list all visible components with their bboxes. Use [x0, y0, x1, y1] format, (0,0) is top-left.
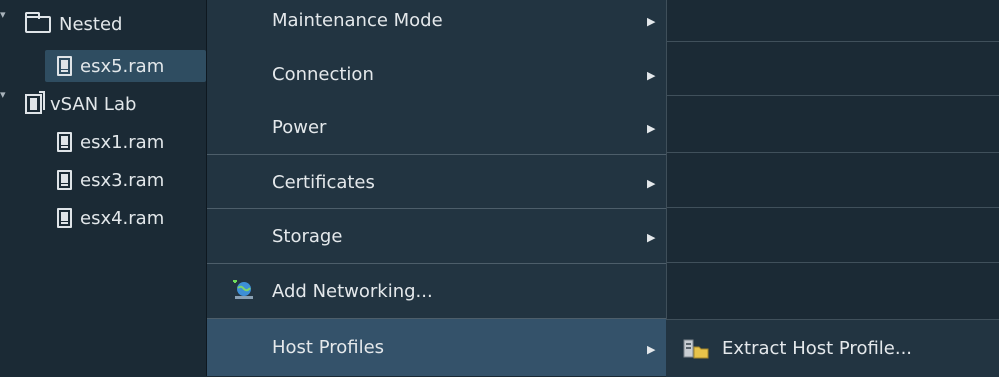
tree-item-esx4[interactable]: esx4.ram — [57, 202, 206, 234]
tree-item-vsan-lab[interactable]: ▾ vSAN Lab — [0, 88, 206, 120]
submenu-arrow-icon: ▶ — [647, 69, 656, 82]
menu-item-connection[interactable]: Connection ▶ — [207, 48, 667, 100]
inventory-tree: ▾ Nested esx5.ram ▾ vSAN Lab esx1.ram es… — [0, 0, 210, 376]
menu-item-label: Extract Host Profile... — [722, 338, 913, 359]
tree-item-esx3[interactable]: esx3.ram — [57, 164, 206, 196]
menu-item-extract-host-profile[interactable]: Extract Host Profile... — [666, 320, 999, 377]
host-icon — [57, 208, 72, 228]
submenu-arrow-icon: ▶ — [647, 15, 656, 28]
row-divider — [667, 207, 999, 208]
menu-item-maintenance-mode[interactable]: Maintenance Mode ▶ — [207, 0, 667, 48]
tree-item-label: vSAN Lab — [50, 93, 137, 115]
tree-item-label: esx3.ram — [80, 169, 165, 191]
menu-item-label: Power — [272, 117, 327, 138]
submenu-arrow-icon: ▶ — [647, 122, 656, 135]
extract-host-profile-icon — [683, 339, 709, 359]
tree-item-label: esx1.ram — [80, 131, 165, 153]
tree-item-label: esx4.ram — [80, 207, 165, 229]
menu-item-storage[interactable]: Storage ▶ — [207, 209, 667, 263]
folder-icon — [25, 11, 51, 33]
submenu-arrow-icon: ▶ — [647, 231, 656, 244]
menu-item-label: Connection — [272, 64, 374, 85]
menu-item-add-networking[interactable]: Add Networking... — [207, 264, 667, 318]
tree-item-esx1[interactable]: esx1.ram — [57, 126, 206, 158]
menu-item-label: Storage — [272, 226, 343, 247]
row-divider — [667, 95, 999, 96]
submenu-arrow-icon: ▶ — [647, 177, 656, 190]
tree-item-nested[interactable]: ▾ Nested — [0, 8, 206, 40]
row-divider — [667, 262, 999, 263]
tree-item-label: Nested — [59, 13, 123, 35]
menu-item-label: Add Networking... — [272, 281, 433, 302]
host-icon — [57, 132, 72, 152]
host-icon — [57, 56, 72, 76]
menu-item-label: Host Profiles — [272, 337, 385, 358]
menu-item-host-profiles[interactable]: Host Profiles ▶ — [207, 319, 667, 376]
menu-item-label: Maintenance Mode — [272, 10, 443, 31]
host-profiles-submenu: Extract Host Profile... — [666, 319, 999, 377]
row-divider — [667, 152, 999, 153]
menu-item-label: Certificates — [272, 172, 375, 193]
menu-item-power[interactable]: Power ▶ — [207, 100, 667, 154]
submenu-arrow-icon: ▶ — [647, 343, 656, 356]
add-networking-icon — [233, 280, 253, 299]
tree-item-label: esx5.ram — [80, 55, 165, 77]
cluster-icon — [25, 91, 45, 114]
caret-down-icon[interactable]: ▾ — [0, 89, 8, 100]
host-context-menu: Maintenance Mode ▶ Connection ▶ Power ▶ … — [206, 0, 667, 376]
host-icon — [57, 170, 72, 190]
row-divider — [667, 41, 999, 42]
menu-item-certificates[interactable]: Certificates ▶ — [207, 155, 667, 208]
tree-item-esx5[interactable]: esx5.ram — [45, 50, 206, 82]
caret-down-icon[interactable]: ▾ — [0, 9, 8, 20]
